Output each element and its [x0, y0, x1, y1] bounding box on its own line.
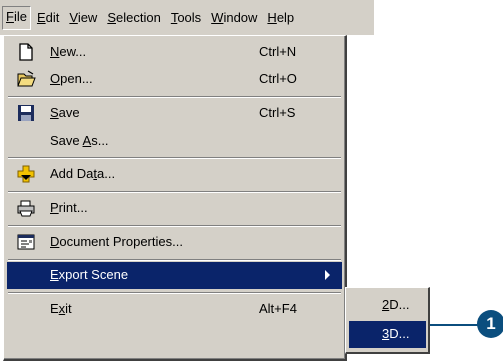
menu-edit[interactable]: Edit	[37, 7, 65, 29]
menu-help[interactable]: Help	[267, 7, 300, 29]
menu-separator	[8, 191, 341, 193]
floppy-disk-icon	[16, 103, 36, 123]
menu-item-print[interactable]: Print...	[7, 195, 342, 222]
menu-item-save[interactable]: Save Ctrl+S	[7, 100, 342, 127]
menu-item-document-properties[interactable]: Document Properties...	[7, 229, 342, 256]
submenu-item-3d[interactable]: 3D...	[349, 321, 426, 348]
export-scene-submenu: 2D... 3D...	[345, 287, 430, 354]
menu-item-open[interactable]: Open... Ctrl+O	[7, 66, 342, 93]
file-menu-dropdown: New... Ctrl+N Open... Ctrl+O Save Ctrl+S…	[3, 35, 347, 361]
menu-separator	[8, 96, 341, 98]
menu-item-label: Save As...	[50, 133, 109, 148]
menu-separator	[8, 259, 341, 261]
menu-item-new[interactable]: New... Ctrl+N	[7, 39, 342, 66]
menu-item-label: Open...	[50, 71, 93, 86]
menu-tools[interactable]: Tools	[171, 7, 207, 29]
document-properties-icon	[16, 232, 36, 252]
open-folder-icon	[16, 69, 36, 89]
menu-separator	[8, 292, 341, 294]
menu-item-add-data[interactable]: Add Data...	[7, 161, 342, 188]
menu-item-label: Print...	[50, 200, 88, 215]
submenu-item-label: 3D...	[382, 326, 410, 341]
shortcut-text: Ctrl+N	[259, 44, 297, 59]
menu-item-save-as[interactable]: Save As...	[7, 128, 342, 155]
submenu-item-label: 2D...	[382, 297, 410, 312]
new-document-icon	[16, 42, 36, 62]
menu-separator	[8, 225, 341, 227]
add-data-icon	[16, 164, 36, 184]
menu-bar: File Edit View Selection Tools Window He…	[0, 0, 374, 35]
submenu-arrow-icon	[325, 270, 330, 280]
menu-view[interactable]: View	[69, 7, 103, 29]
submenu-item-2d[interactable]: 2D...	[349, 292, 426, 319]
menu-item-label: Add Data...	[50, 166, 116, 181]
menu-item-label: Document Properties...	[50, 234, 183, 249]
shortcut-text: Ctrl+S	[259, 105, 296, 120]
menu-item-exit[interactable]: Exit Alt+F4	[7, 296, 342, 323]
menu-selection[interactable]: Selection	[107, 7, 166, 29]
callout-leader-line	[430, 324, 482, 326]
callout-number-badge: 1	[477, 310, 503, 338]
menu-item-label: Export Scene	[50, 267, 129, 282]
menu-item-label: New...	[50, 44, 87, 59]
menu-item-label: Exit	[50, 301, 72, 316]
printer-icon	[16, 198, 36, 218]
menu-item-export-scene[interactable]: Export Scene	[7, 262, 342, 289]
menu-item-label: Save	[50, 105, 80, 120]
shortcut-text: Ctrl+O	[259, 71, 297, 86]
menu-window[interactable]: Window	[211, 7, 263, 29]
shortcut-text: Alt+F4	[259, 301, 297, 316]
menu-file[interactable]: File	[2, 5, 31, 30]
menu-separator	[8, 157, 341, 159]
